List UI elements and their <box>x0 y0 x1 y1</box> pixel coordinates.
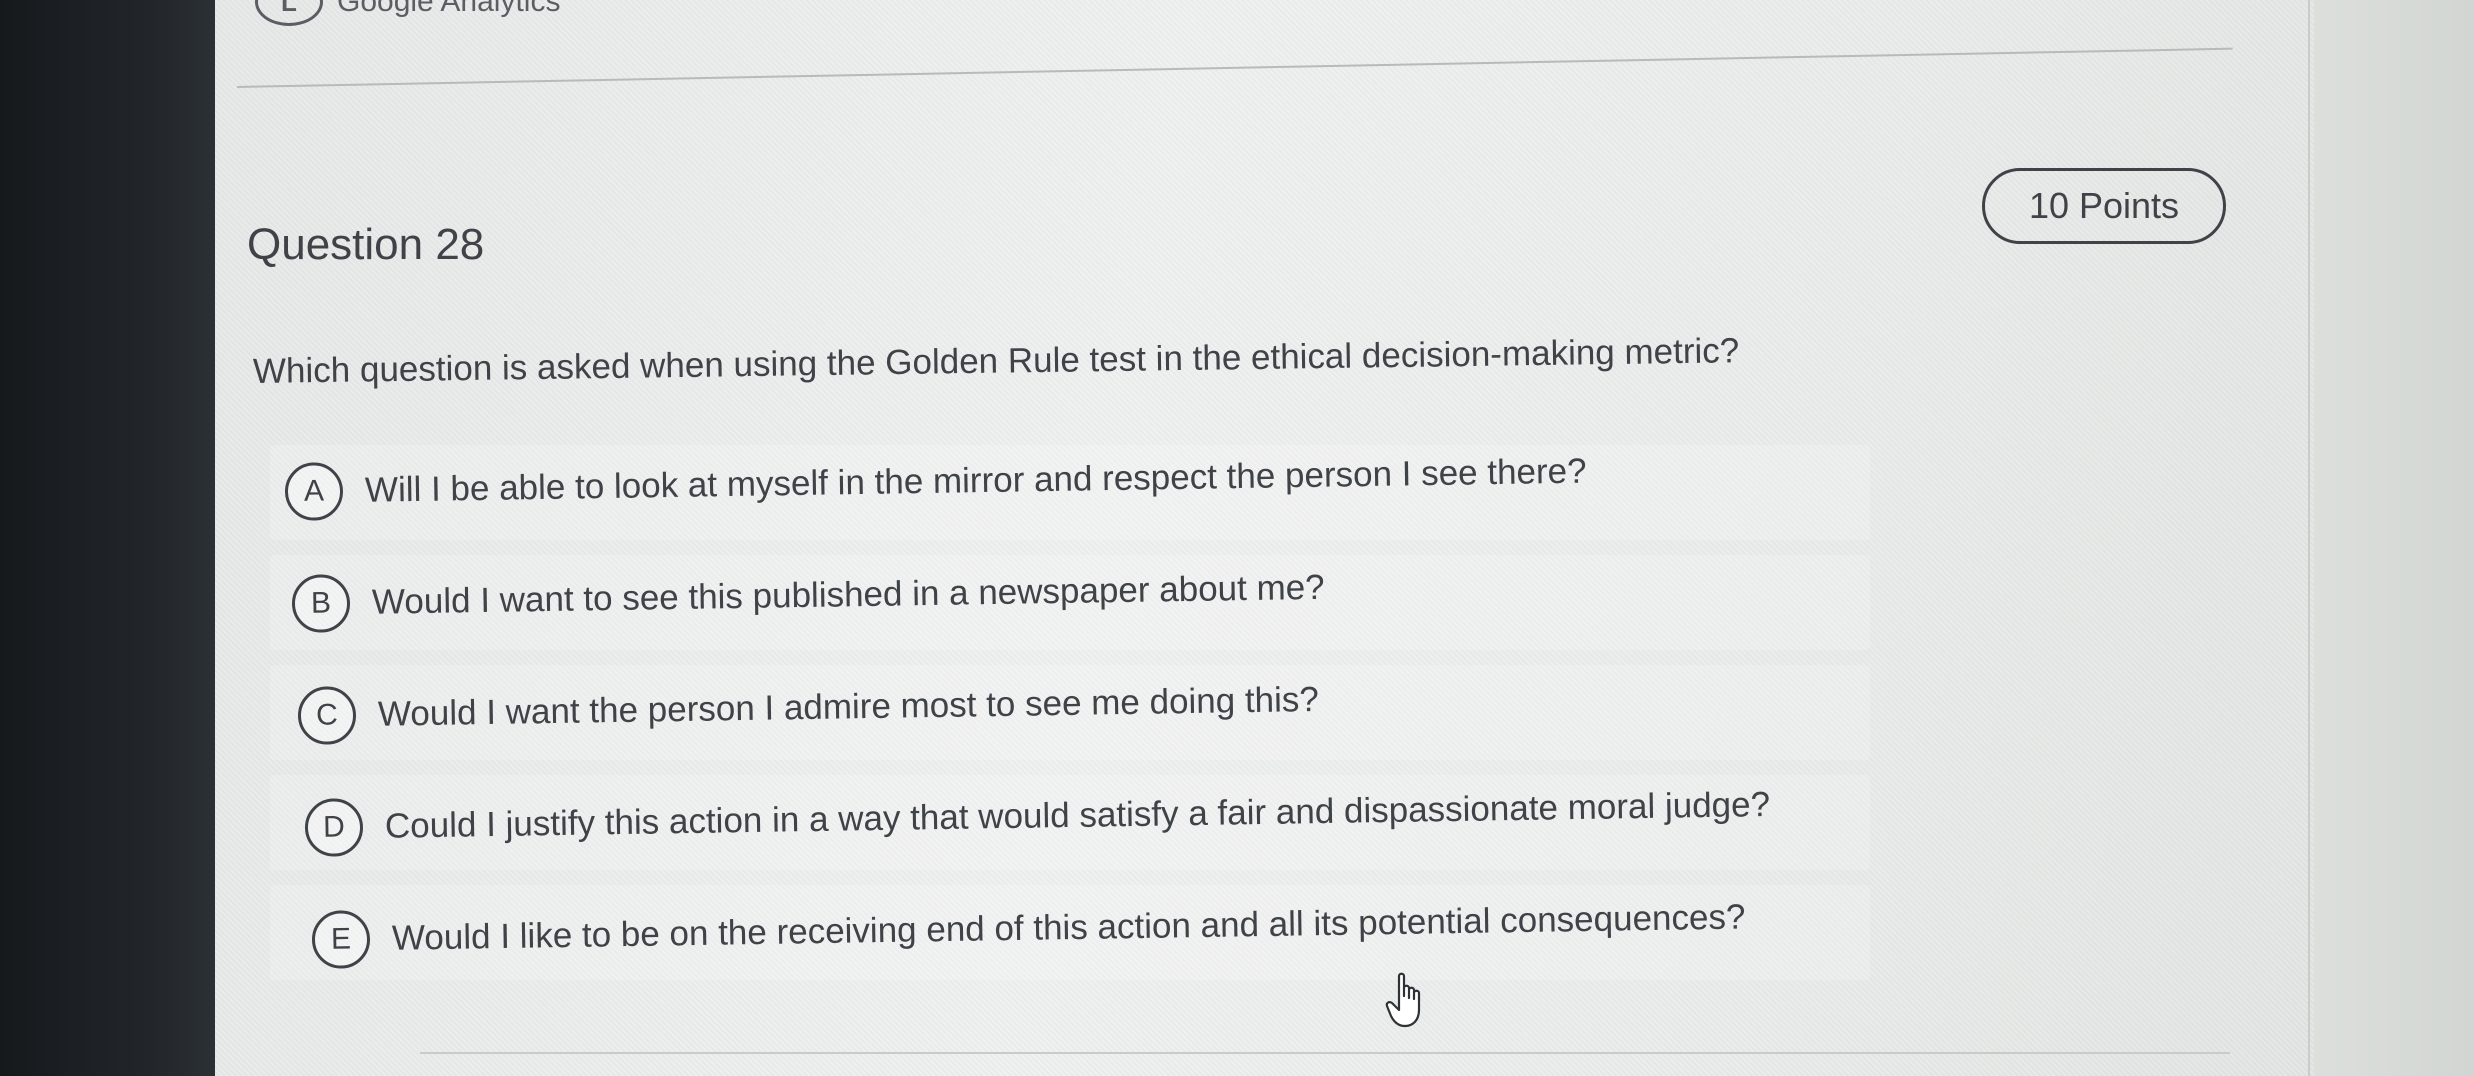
question-title: Question 28 <box>247 220 485 269</box>
hand-pointer-icon <box>1385 972 1421 1028</box>
option-e-radio[interactable]: E <box>311 910 371 969</box>
option-a-text: Will I be able to look at myself in the … <box>364 451 1587 510</box>
option-d-radio[interactable]: D <box>304 798 364 857</box>
option-b-radio[interactable]: B <box>291 574 351 633</box>
option-a-radio[interactable]: A <box>284 462 344 521</box>
option-b[interactable]: B Would I want to see this published in … <box>291 538 1325 654</box>
option-c-radio[interactable]: C <box>297 686 357 745</box>
screen: L Google Analytics Question 28 10 Points… <box>0 0 2474 1076</box>
option-d-text: Could I justify this action in a way tha… <box>384 784 1771 846</box>
previous-item-label: Google Analytics <box>337 0 561 18</box>
monitor-bezel <box>0 0 215 1076</box>
option-b-text: Would I want to see this published in a … <box>371 567 1325 622</box>
page-right-margin <box>2314 0 2474 1076</box>
points-badge: 10 Points <box>1982 168 2226 244</box>
option-c[interactable]: C Would I want the person I admire most … <box>297 650 1319 766</box>
option-c-text: Would I want the person I admire most to… <box>377 679 1320 734</box>
option-e-text: Would I like to be on the receiving end … <box>391 897 1746 958</box>
bottom-divider <box>420 1052 2230 1054</box>
page-right-border <box>2308 0 2310 1076</box>
previous-item-breadcrumb[interactable]: L Google Analytics <box>255 0 560 26</box>
option-a[interactable]: A Will I be able to look at myself in th… <box>284 422 1587 542</box>
previous-item-letter-badge: L <box>255 0 323 26</box>
